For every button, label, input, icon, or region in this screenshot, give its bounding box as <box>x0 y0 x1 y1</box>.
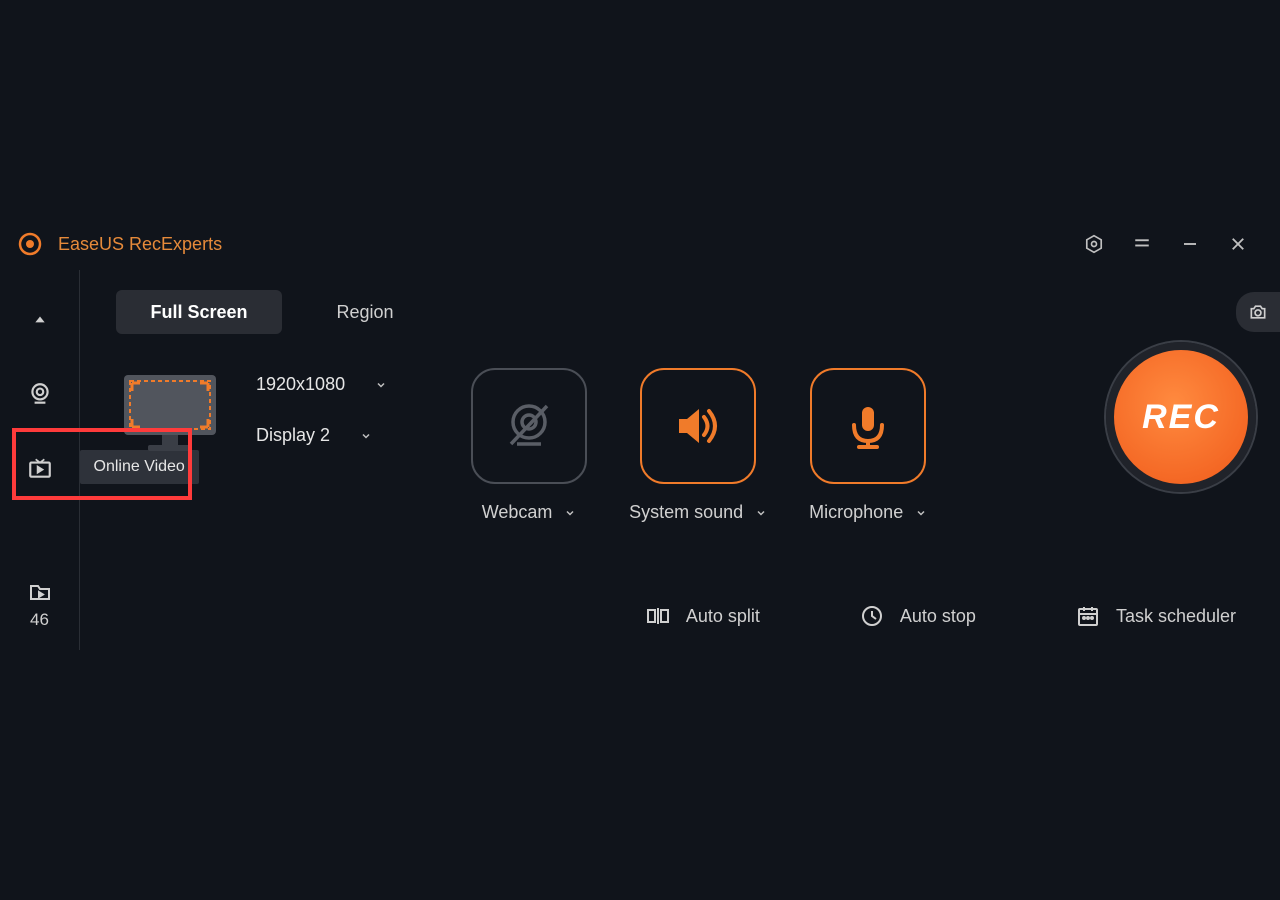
tab-full-screen[interactable]: Full Screen <box>116 290 282 334</box>
display-value: Display 2 <box>256 425 330 446</box>
system-sound-dropdown[interactable]: System sound <box>629 502 767 523</box>
app-logo <box>18 232 42 256</box>
webcam-toggle[interactable] <box>471 368 587 484</box>
menu-button[interactable] <box>1118 220 1166 268</box>
task-scheduler-button[interactable]: Task scheduler <box>1076 604 1236 628</box>
online-video-button[interactable]: Online Video <box>20 448 60 488</box>
microphone-dropdown[interactable]: Microphone <box>809 502 927 523</box>
webcam-dropdown[interactable]: Webcam <box>482 502 577 523</box>
auto-split-button[interactable]: Auto split <box>646 604 760 628</box>
resolution-dropdown[interactable]: 1920x1080 <box>256 374 387 395</box>
resolution-value: 1920x1080 <box>256 374 345 395</box>
close-button[interactable] <box>1214 220 1262 268</box>
display-dropdown[interactable]: Display 2 <box>256 425 387 446</box>
system-sound-label: System sound <box>629 502 743 523</box>
microphone-toggle[interactable] <box>810 368 926 484</box>
minimize-button[interactable] <box>1166 220 1214 268</box>
screenshot-button[interactable] <box>1236 292 1280 332</box>
microphone-label: Microphone <box>809 502 903 523</box>
settings-button[interactable] <box>1070 220 1118 268</box>
tab-region[interactable]: Region <box>282 290 448 334</box>
task-scheduler-label: Task scheduler <box>1116 606 1236 627</box>
system-sound-toggle[interactable] <box>640 368 756 484</box>
chevron-down-icon <box>755 507 767 519</box>
split-icon <box>646 604 670 628</box>
auto-stop-label: Auto stop <box>900 606 976 627</box>
auto-split-label: Auto split <box>686 606 760 627</box>
chevron-down-icon <box>360 430 372 442</box>
webcam-mode-button[interactable] <box>20 374 60 414</box>
webcam-label: Webcam <box>482 502 553 523</box>
recordings-count: 46 <box>30 610 49 630</box>
chevron-down-icon <box>375 379 387 391</box>
auto-stop-button[interactable]: Auto stop <box>860 604 976 628</box>
record-button-label: REC <box>1142 398 1220 437</box>
chevron-down-icon <box>564 507 576 519</box>
record-button[interactable]: REC <box>1106 342 1256 492</box>
collapse-up-button[interactable] <box>20 300 60 340</box>
monitor-preview-icon <box>116 368 228 460</box>
calendar-icon <box>1076 604 1100 628</box>
recordings-files-button[interactable]: 46 <box>0 580 79 630</box>
chevron-down-icon <box>915 507 927 519</box>
clock-icon <box>860 604 884 628</box>
app-title: EaseUS RecExperts <box>58 234 222 255</box>
